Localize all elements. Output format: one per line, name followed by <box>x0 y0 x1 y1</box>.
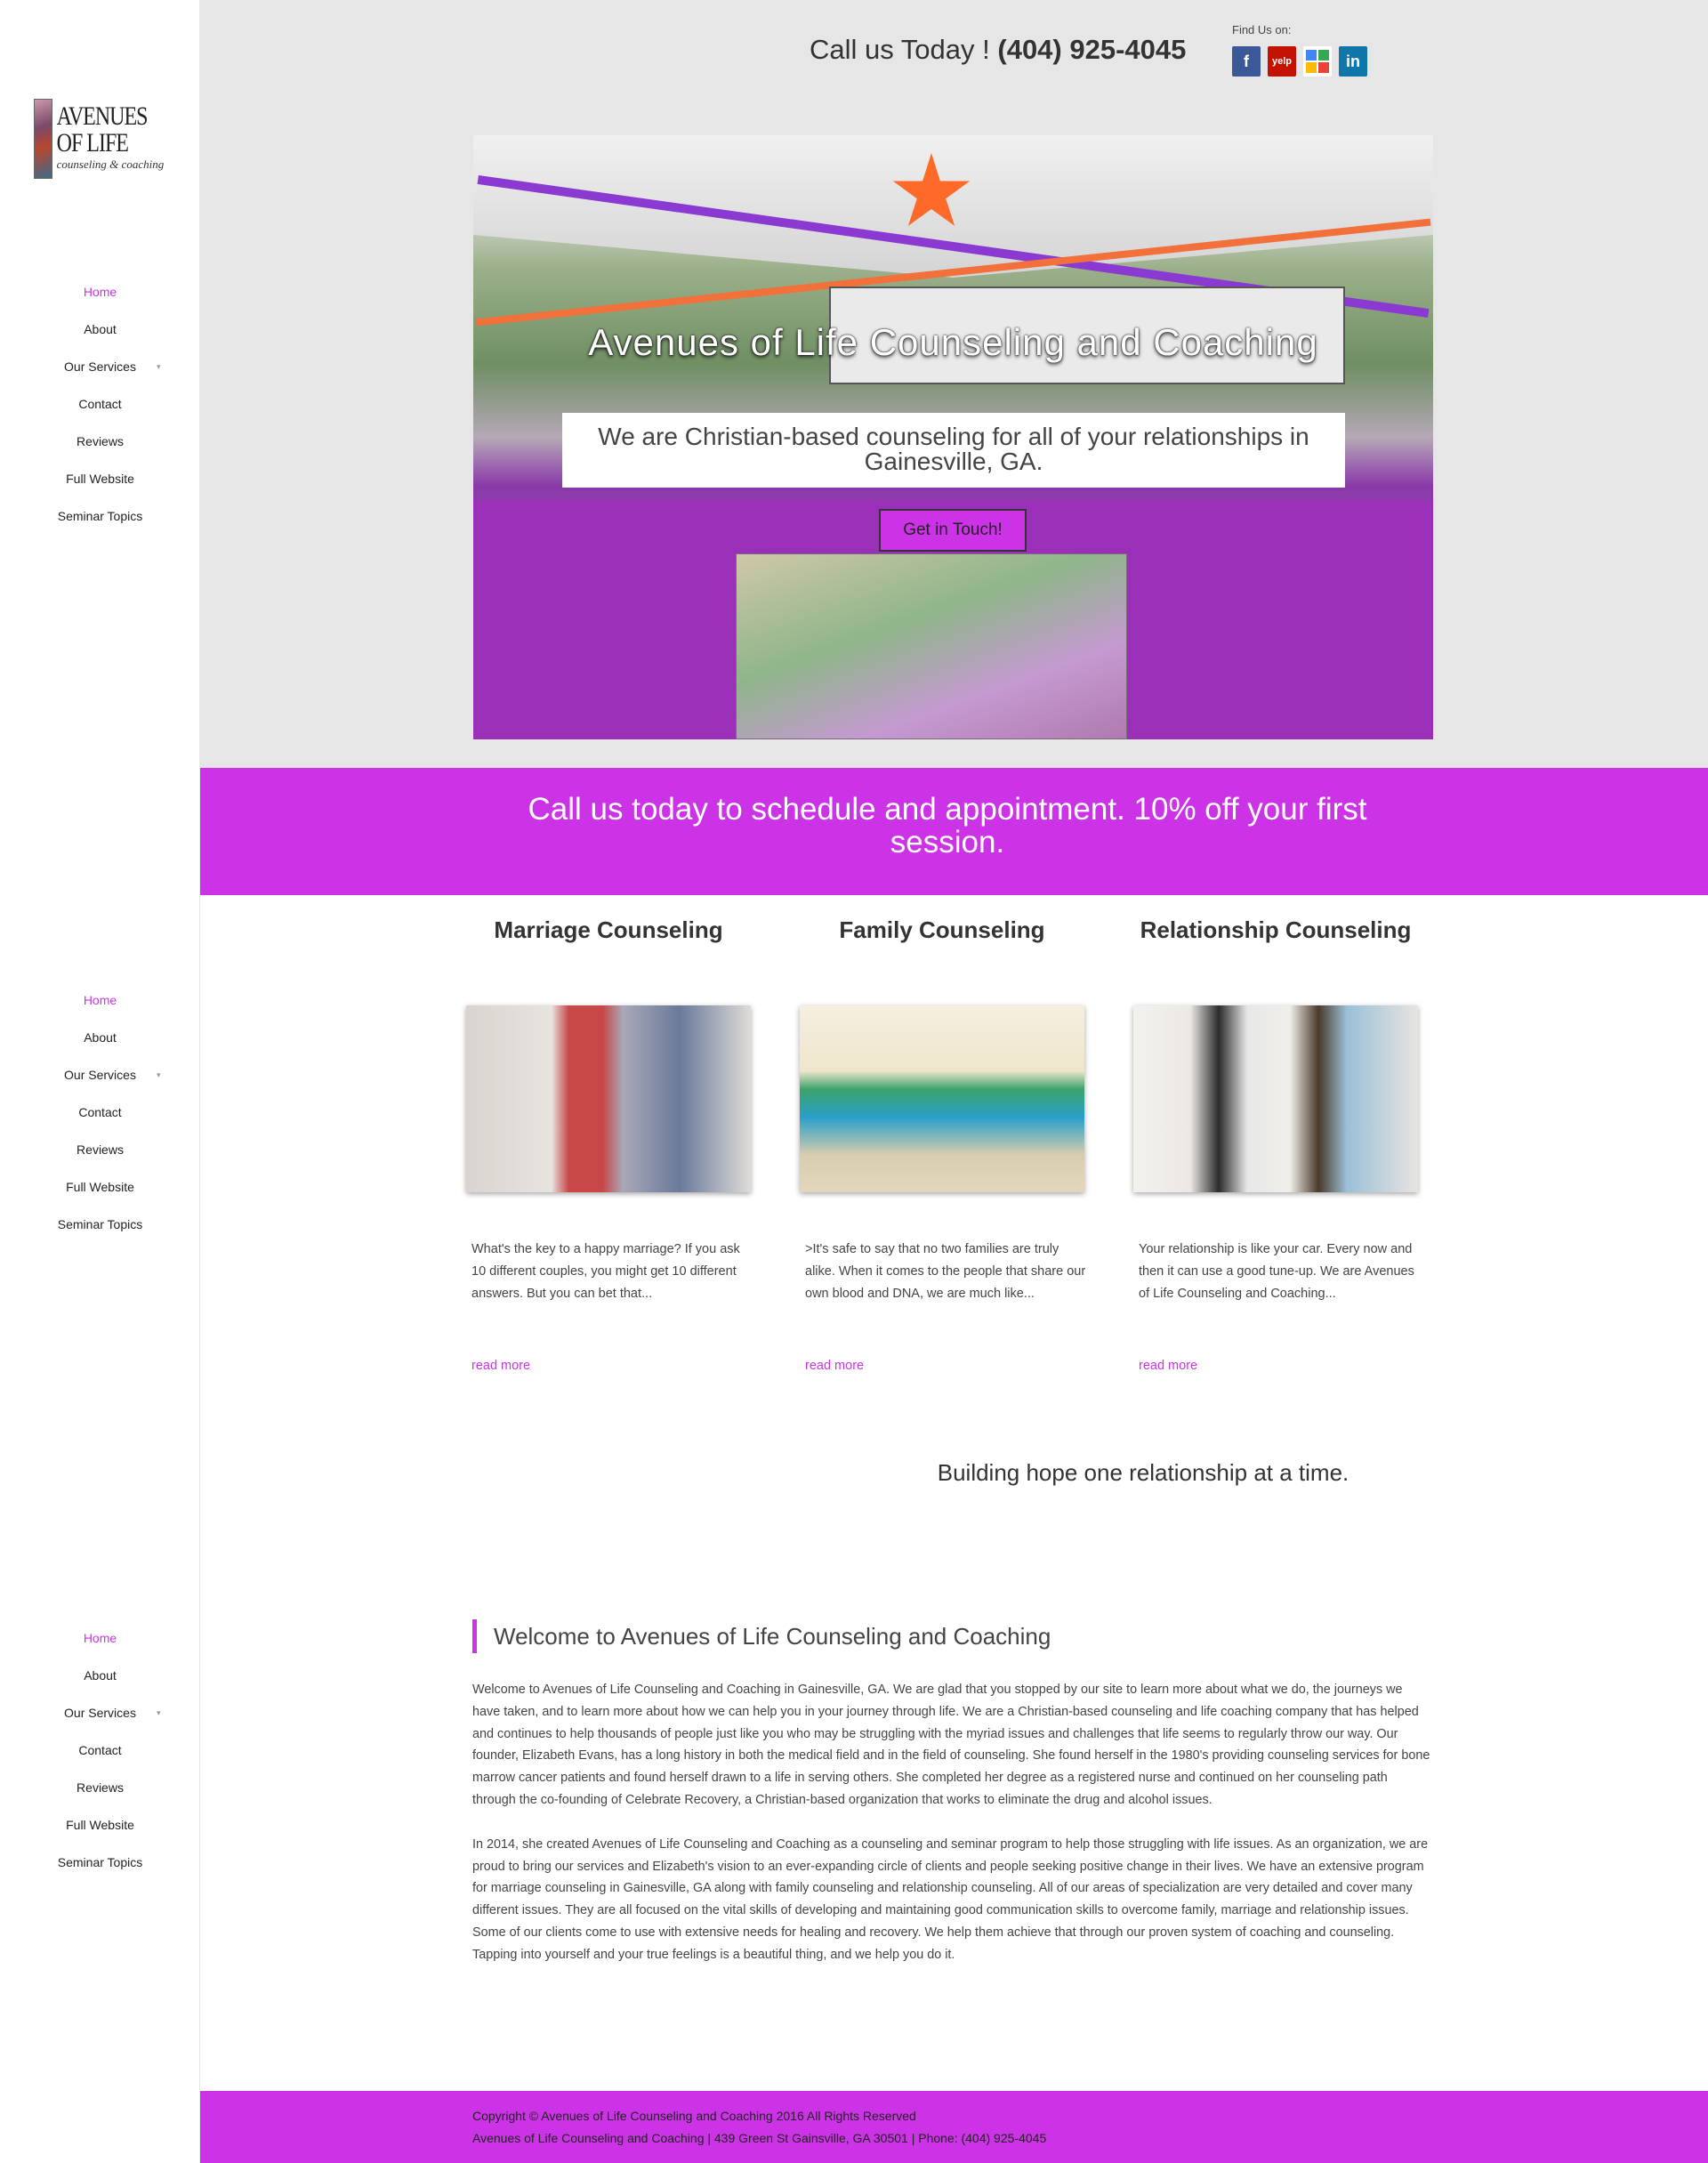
yelp-icon[interactable]: yelp <box>1268 46 1296 77</box>
nav-item-seminar-topics[interactable]: Seminar Topics <box>0 1844 200 1881</box>
phone-number[interactable]: (404) 925-4045 <box>997 34 1186 65</box>
nav-item-about[interactable]: About <box>0 1657 200 1694</box>
google-plus-icon[interactable] <box>1303 46 1332 77</box>
facebook-icon[interactable]: f <box>1232 46 1261 77</box>
nav-item-reviews[interactable]: Reviews <box>0 1131 200 1168</box>
nav-item-full-website[interactable]: Full Website <box>0 460 200 497</box>
hero-image-tent <box>473 135 1433 278</box>
read-more-link[interactable]: read more <box>1139 1359 1197 1373</box>
linkedin-icon[interactable]: in <box>1339 46 1367 77</box>
promo-text: Call us today to schedule and appointmen… <box>528 792 1367 860</box>
service-title: Family Counseling <box>839 916 1045 943</box>
nav-item-our-services[interactable]: Our Services ▾ <box>0 348 200 385</box>
service-card-marriage: Marriage Counseling What's the key to a … <box>466 916 751 1373</box>
get-in-touch-button[interactable]: Get in Touch! <box>879 509 1027 552</box>
sidebar-nav-1: Home About Our Services ▾ Contact Reviews… <box>0 273 200 535</box>
welcome-heading: Welcome to Avenues of Life Counseling an… <box>472 1619 1433 1653</box>
sidebar-nav-3: Home About Our Services ▾ Contact Reviews… <box>0 1619 200 1881</box>
read-more-link[interactable]: read more <box>471 1359 530 1373</box>
nav-item-our-services[interactable]: Our Services ▾ <box>0 1694 200 1731</box>
nav-item-home[interactable]: Home <box>0 981 200 1019</box>
find-us-label: Find Us on: <box>1232 23 1292 36</box>
read-more-link[interactable]: read more <box>805 1359 864 1373</box>
nav-item-home[interactable]: Home <box>0 273 200 311</box>
nav-item-about[interactable]: About <box>0 311 200 348</box>
footer-address: Avenues of Life Counseling and Coaching … <box>472 2131 1047 2145</box>
nav-item-full-website[interactable]: Full Website <box>0 1806 200 1844</box>
hero-title: Avenues of Life Counseling and Coaching <box>588 321 1318 363</box>
footer-copyright: Copyright © Avenues of Life Counseling a… <box>472 2109 916 2123</box>
service-card-family: Family Counseling >It's safe to say that… <box>800 916 1085 1373</box>
chevron-down-icon: ▾ <box>157 1708 161 1717</box>
footer: Copyright © Avenues of Life Counseling a… <box>200 2091 1708 2163</box>
nav-item-reviews[interactable]: Reviews <box>0 423 200 460</box>
hero-image-painting <box>736 553 1127 739</box>
nav-item-contact[interactable]: Contact <box>0 1094 200 1131</box>
nav-item-seminar-topics[interactable]: Seminar Topics <box>0 1206 200 1243</box>
nav-item-seminar-topics[interactable]: Seminar Topics <box>0 497 200 535</box>
nav-item-our-services[interactable]: Our Services ▾ <box>0 1056 200 1094</box>
promo-banner: Call us today to schedule and appointmen… <box>200 768 1708 895</box>
welcome-paragraph-1: Welcome to Avenues of Life Counseling an… <box>472 1683 1430 1807</box>
nav-item-reviews[interactable]: Reviews <box>0 1769 200 1806</box>
hero-subtitle: We are Christian-based counseling for al… <box>562 413 1345 488</box>
hero-slider: Avenues of Life Counseling and Coaching … <box>473 135 1433 739</box>
service-title: Marriage Counseling <box>494 916 723 943</box>
chevron-down-icon: ▾ <box>157 362 161 371</box>
service-title: Relationship Counseling <box>1140 916 1412 943</box>
service-card-relationship: Relationship Counseling Your relationshi… <box>1133 916 1418 1373</box>
nav-item-home[interactable]: Home <box>0 1619 200 1657</box>
social-links: f yelp in <box>1232 46 1367 77</box>
logo-title: AVENUES OF LIFE <box>56 101 149 157</box>
welcome-paragraph-2: In 2014, she created Avenues of Life Cou… <box>472 1836 1429 1962</box>
service-description: Your relationship is like your car. Ever… <box>1139 1242 1414 1301</box>
service-description: >It's safe to say that no two families a… <box>805 1242 1086 1301</box>
sidebar: AVENUES OF LIFE counseling & coaching Ho… <box>0 0 200 2163</box>
service-photo[interactable] <box>466 1005 751 1192</box>
logo-mark <box>34 99 52 179</box>
welcome-section: Welcome to Avenues of Life Counseling an… <box>472 1619 1433 1966</box>
call-us-header: Call us Today ! (404) 925-4045 <box>810 34 1187 65</box>
sidebar-nav-2: Home About Our Services ▾ Contact Reviews… <box>0 981 200 1243</box>
logo-tagline: counseling & coaching <box>56 157 165 171</box>
logo[interactable]: AVENUES OF LIFE counseling & coaching <box>34 98 167 180</box>
nav-item-full-website[interactable]: Full Website <box>0 1168 200 1206</box>
nav-item-contact[interactable]: Contact <box>0 1731 200 1769</box>
service-description: What's the key to a happy marriage? If y… <box>471 1242 740 1301</box>
nav-item-contact[interactable]: Contact <box>0 385 200 423</box>
nav-item-about[interactable]: About <box>0 1019 200 1056</box>
service-photo[interactable] <box>800 1005 1084 1192</box>
chevron-down-icon: ▾ <box>157 1070 161 1079</box>
service-photo[interactable] <box>1133 1005 1418 1192</box>
tagline: Building hope one relationship at a time… <box>937 1459 1349 1486</box>
